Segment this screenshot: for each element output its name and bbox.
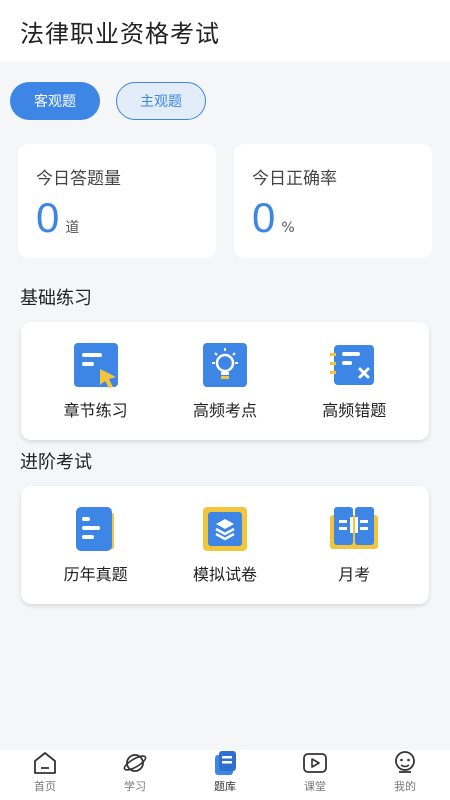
section-title-basic: 基础练习 — [20, 288, 92, 309]
planet-icon — [123, 754, 147, 772]
item-label: 模拟试卷 — [192, 565, 257, 584]
stat-unit: % — [281, 220, 295, 236]
section-title-advanced: 进阶考试 — [20, 452, 92, 473]
tabbar-label: 我的 — [394, 780, 416, 793]
today-answers-card: 今日答题量 0 道 — [18, 144, 216, 258]
stat-label: 今日答题量 — [36, 169, 121, 189]
wrong-questions-button[interactable]: 高频错题 — [299, 341, 409, 421]
app-header: 法律职业资格考试 — [0, 0, 450, 62]
item-label: 月考 — [338, 565, 371, 584]
item-label: 高频错题 — [322, 401, 387, 420]
bottom-tab-bar: 首页 学习 题库 课堂 我的 — [0, 750, 450, 800]
stat-unit: 道 — [65, 220, 80, 236]
stats-row: 今日答题量 0 道 今日正确率 0 % — [0, 144, 450, 258]
item-label: 章节练习 — [63, 401, 128, 420]
past-papers-icon — [75, 507, 114, 551]
lightbulb-icon — [202, 343, 247, 387]
item-label: 高频考点 — [192, 401, 257, 420]
monthly-exam-icon — [330, 507, 379, 549]
tabbar-item-classroom[interactable]: 课堂 — [285, 750, 345, 794]
item-label: 历年真题 — [63, 565, 128, 584]
basic-practice-card: 章节练习 高频考点 高频错题 — [21, 322, 429, 440]
play-icon — [303, 753, 327, 773]
today-accuracy-card: 今日正确率 0 % — [234, 144, 432, 258]
advanced-exam-card: 历年真题 模拟试卷 月考 — [21, 486, 429, 604]
monthly-exam-button[interactable]: 月考 — [299, 505, 409, 585]
tabbar-label: 课堂 — [304, 780, 326, 793]
home-icon — [34, 752, 56, 774]
tabbar-item-question-bank[interactable]: 题库 — [195, 750, 255, 794]
tab-objective[interactable]: 客观题 — [10, 82, 100, 120]
page-title: 法律职业资格考试 — [20, 19, 220, 48]
tabbar-label: 首页 — [34, 780, 56, 793]
stat-label: 今日正确率 — [252, 169, 337, 189]
tabbar-label: 学习 — [124, 780, 146, 793]
stat-value: 0 — [252, 194, 276, 241]
hot-points-button[interactable]: 高频考点 — [170, 341, 280, 421]
tabbar-item-home[interactable]: 首页 — [15, 750, 75, 794]
tab-subjective[interactable]: 主观题 — [116, 82, 206, 120]
chapter-practice-icon — [73, 343, 118, 388]
tabbar-label: 题库 — [214, 780, 236, 793]
mock-exam-button[interactable]: 模拟试卷 — [170, 505, 280, 585]
tabbar-item-profile[interactable]: 我的 — [375, 750, 435, 794]
tabbar-item-study[interactable]: 学习 — [105, 750, 165, 794]
mock-exam-icon — [202, 507, 247, 551]
chapter-practice-button[interactable]: 章节练习 — [41, 341, 151, 421]
question-bank-icon — [215, 751, 236, 775]
wrong-questions-icon — [330, 345, 375, 385]
stat-value: 0 — [36, 194, 60, 241]
profile-icon — [395, 751, 415, 773]
past-papers-button[interactable]: 历年真题 — [41, 505, 151, 585]
